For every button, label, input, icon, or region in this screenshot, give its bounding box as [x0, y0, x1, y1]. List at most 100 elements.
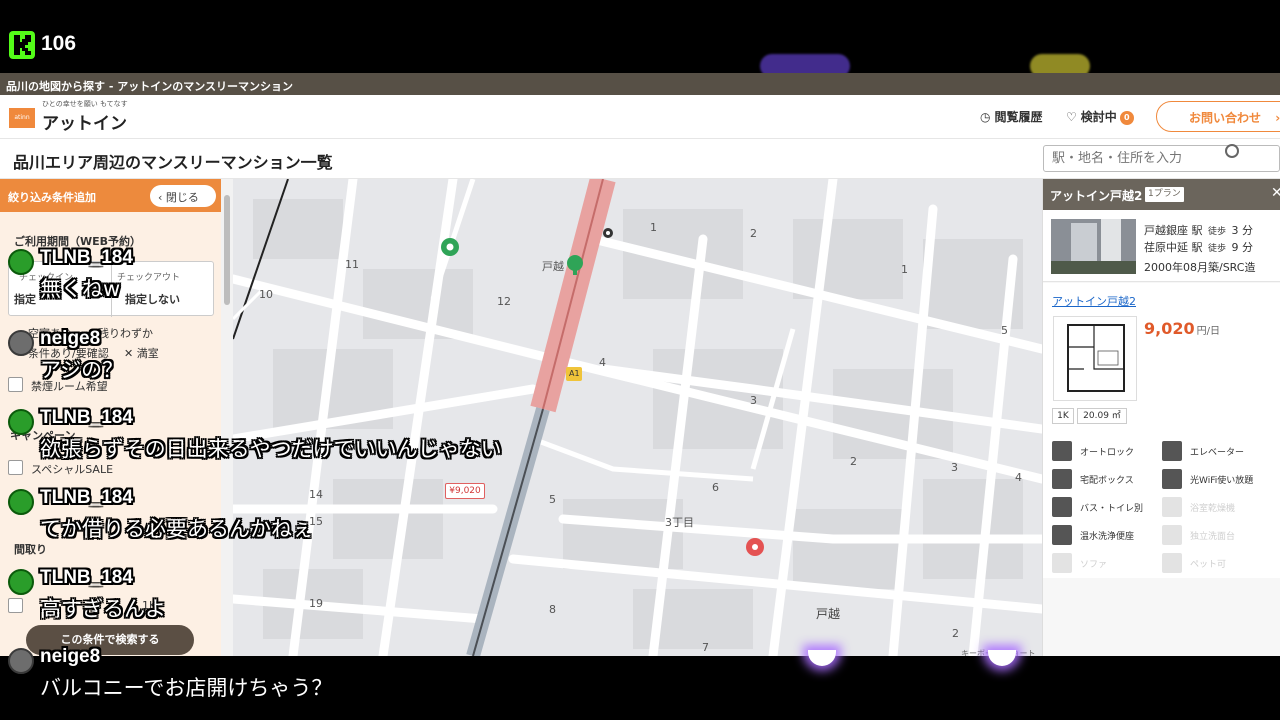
amenity-label: 温水洗浄便座: [1080, 532, 1135, 542]
filter-title: 絞り込み条件追加: [8, 191, 96, 204]
favorites-link[interactable]: ♡ 検討中 0: [1066, 108, 1134, 125]
walk-label-2: 徒歩: [1208, 244, 1227, 254]
chat-message: neige8 アジの？: [0, 328, 660, 410]
brand-name[interactable]: アットイン: [42, 109, 127, 134]
page-title: 品川エリア周辺のマンスリーマンション一覧: [13, 153, 333, 172]
close-filter-button[interactable]: ‹ 閉じる: [150, 185, 216, 207]
price-value: 9,020: [1144, 319, 1195, 338]
layout-spec: 1K: [1052, 408, 1074, 424]
contact-label: お問い合わせ: [1189, 111, 1262, 125]
search-field[interactable]: [1043, 145, 1280, 172]
area-spec: 20.09 ㎡: [1077, 408, 1127, 424]
amenity-icon: [1162, 553, 1182, 573]
area-label: 戸越: [816, 607, 841, 621]
amenity-icon: [1052, 497, 1072, 517]
amenity-icon: [1052, 553, 1072, 573]
map-block-label: 7: [702, 641, 709, 654]
kick-logo-icon: [9, 31, 35, 59]
avatar: [8, 330, 34, 356]
amenity-label: ペット可: [1190, 560, 1227, 570]
favorites-label: 検討中: [1080, 110, 1117, 124]
amenity-label: ソファ: [1080, 560, 1108, 570]
avatar: [8, 249, 34, 275]
chat-username: TLNB_184: [40, 487, 133, 508]
amenity-icon: [1162, 469, 1182, 489]
chat-text: バルコニーでお店開けちゃう？: [40, 676, 333, 700]
walk-label-1: 徒歩: [1208, 227, 1227, 237]
ground: [1051, 261, 1136, 274]
window-title: 品川の地図から探す - アットインのマンスリーマンション: [0, 73, 1280, 95]
chat-username: TLNB_184: [40, 567, 133, 588]
price-unit: 円/日: [1196, 326, 1220, 337]
amenity-label: 宅配ボックス: [1080, 476, 1134, 486]
walk-minutes-1: 3 分: [1231, 224, 1254, 237]
amenity-icon: [1052, 525, 1072, 545]
site-header: atinn ひとの幸せを願い もてなす アットイン ◷ 閲覧履歴 ♡ 検討中 0 お問…: [0, 95, 1280, 139]
chat-text: てか借りる必要あるんかねぇ: [40, 517, 313, 541]
amenity-icon: [1052, 469, 1072, 489]
stream-top-bar: 106: [0, 0, 1280, 78]
map-block-label: 3丁目: [665, 516, 694, 529]
amenity-icon: [1052, 441, 1072, 461]
contact-button[interactable]: お問い合わせ ›: [1156, 101, 1280, 132]
map-block-label: 4: [1015, 471, 1022, 484]
floorplan-drawing: [1067, 324, 1125, 392]
station-2: 荏原中延 駅: [1144, 241, 1203, 254]
station-line-2: 荏原中延 駅 徒歩 9 分: [1144, 239, 1253, 255]
chat-message: neige8 バルコニーでお店開けちゃう？: [0, 646, 660, 720]
amenity-icon: [1162, 441, 1182, 461]
amenity-label: エレベーター: [1190, 448, 1245, 458]
amenity-label: 光WiFi使い放題: [1190, 476, 1254, 486]
station-line-1: 戸越銀座 駅 徒歩 3 分: [1144, 222, 1253, 238]
viewer-count: 106: [41, 32, 77, 55]
room-card: アットイン戸越2 9,020 円/日 1K 20.09 ㎡ オートロック エレベータ…: [1043, 283, 1280, 578]
chat-username: neige8: [40, 646, 101, 667]
history-clock-icon: ◷: [980, 110, 991, 124]
chat-text: 欲張らずその日出来るやつだけでいいんじゃない: [40, 437, 502, 461]
history-label: 閲覧履歴: [994, 110, 1043, 124]
property-summary[interactable]: 戸越銀座 駅 徒歩 3 分 荏原中延 駅 徒歩 9 分 2000年08月築/SR…: [1043, 210, 1280, 282]
map-block-label: 2: [850, 455, 857, 468]
brand-tagline: ひとの幸せを願い もてなす: [42, 100, 128, 108]
chat-message: TLNB_184 高すぎるんよ: [0, 567, 660, 649]
amenity-label: バス・トイレ別: [1080, 504, 1144, 514]
map-block-label: 5: [1001, 324, 1008, 337]
map-block-label: 1: [901, 263, 908, 276]
page-title-bar: 品川エリア周辺のマンスリーマンション一覧: [0, 139, 1280, 179]
chat-text: アジの？: [40, 358, 124, 382]
chat-username: neige8: [40, 328, 101, 349]
avatar: [8, 409, 34, 435]
close-icon[interactable]: ✕: [1271, 185, 1280, 201]
building-photo: [1051, 219, 1136, 274]
built-info: 2000年08月築/SRC造: [1144, 261, 1256, 274]
map-block-label: 6: [712, 481, 719, 494]
chat-text: 無くねw: [40, 277, 121, 301]
chat-username: TLNB_184: [40, 247, 133, 268]
history-link[interactable]: ◷ 閲覧履歴: [980, 108, 1043, 125]
search-icon[interactable]: [1225, 144, 1239, 158]
map-block-label: 2: [750, 227, 757, 240]
close-label: 閉じる: [165, 191, 199, 204]
amenity-icon: [1162, 525, 1182, 545]
walk-minutes-2: 9 分: [1231, 241, 1254, 254]
stream-frame: 106 品川の地図から探す - アットインのマンスリーマンション atinn ひ…: [0, 0, 1280, 720]
property-link[interactable]: アットイン戸越2: [1052, 293, 1136, 309]
chat-username: TLNB_184: [40, 407, 133, 428]
property-title: アットイン戸越2: [1050, 189, 1143, 203]
chat-message: TLNB_184 欲張らずその日出来るやつだけでいいんじゃない: [0, 407, 660, 489]
chevron-right-icon: ›: [1275, 111, 1280, 125]
avatar: [8, 569, 34, 595]
brand-logo-icon[interactable]: atinn: [9, 108, 35, 128]
map-block-label: 2: [952, 627, 959, 640]
amenity-label: 浴室乾燥機: [1190, 504, 1236, 514]
favorites-count-badge: 0: [1119, 111, 1134, 125]
filter-header: 絞り込み条件追加 ‹ 閉じる: [0, 179, 221, 212]
amenity-label: 独立洗面台: [1190, 532, 1236, 542]
avatar: [8, 648, 34, 674]
amenity-icon: [1162, 497, 1182, 517]
map-block-label: 3: [750, 394, 757, 407]
chat-message: TLNB_184 無くねw: [0, 247, 660, 329]
floorplan-image[interactable]: [1053, 316, 1137, 401]
heart-icon: ♡: [1066, 110, 1077, 124]
chat-message: TLNB_184 てか借りる必要あるんかねぇ: [0, 487, 660, 569]
